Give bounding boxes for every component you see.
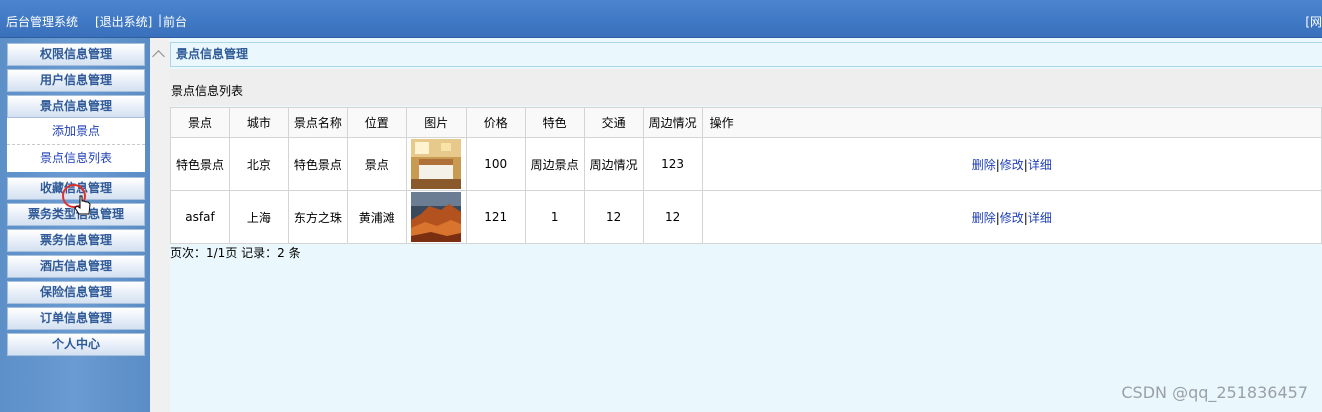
list-title-bar: 景点信息列表 xyxy=(170,69,1322,106)
sidebar-item-profile[interactable]: 个人中心 xyxy=(7,333,145,356)
main-content: 景点信息管理 景点信息列表 景点 城市 景点名称 位置 图片 价格 特色 交通 … xyxy=(170,38,1322,412)
list-title: 景点信息列表 xyxy=(171,84,244,98)
column-header: 周边情况 xyxy=(642,107,703,138)
column-header: 城市 xyxy=(228,107,289,138)
header-right-text[interactable]: [网 xyxy=(1305,13,1322,30)
cell-spot: asfaf xyxy=(170,190,230,244)
cell-name: 特色景点 xyxy=(287,137,348,191)
delete-link[interactable]: 删除 xyxy=(972,158,996,172)
top-header: 后台管理系统 [退出系统] | 前台 [网 xyxy=(0,0,1322,38)
frontend-link[interactable]: 前台 xyxy=(163,13,187,30)
hotel-room-thumbnail xyxy=(411,139,462,189)
column-header: 价格 xyxy=(465,107,526,138)
sidebar: 权限信息管理 用户信息管理 景点信息管理 添加景点 景点信息列表 收藏信息管理 … xyxy=(0,38,150,412)
column-header: 位置 xyxy=(346,107,407,138)
sidebar-item-hotels[interactable]: 酒店信息管理 xyxy=(7,255,145,278)
cell-price: 121 xyxy=(465,190,526,244)
cell-spot: 特色景点 xyxy=(170,137,230,191)
sidebar-item-tickets[interactable]: 票务信息管理 xyxy=(7,229,145,252)
header-separator: | xyxy=(158,13,163,27)
cell-location: 景点 xyxy=(346,137,407,191)
column-header: 景点名称 xyxy=(287,107,348,138)
sidebar-collapse-gutter[interactable] xyxy=(150,38,170,412)
cell-city: 北京 xyxy=(228,137,289,191)
cell-image xyxy=(405,137,467,191)
edit-link[interactable]: 修改 xyxy=(1000,158,1024,172)
system-title: 后台管理系统 xyxy=(6,15,79,29)
column-header: 特色 xyxy=(524,107,585,138)
sidebar-item-insurance[interactable]: 保险信息管理 xyxy=(7,281,145,304)
sidebar-item-attractions[interactable]: 景点信息管理 xyxy=(7,95,145,118)
column-header: 图片 xyxy=(405,107,467,138)
pagination-info: 页次：1/1页 记录：2 条 xyxy=(170,246,301,260)
table-header-row: 景点 城市 景点名称 位置 图片 价格 特色 交通 周边情况 操作 xyxy=(170,107,1322,138)
red-rock-canyon-thumbnail xyxy=(411,192,462,242)
cell-price: 100 xyxy=(465,137,526,191)
cell-feature: 周边景点 xyxy=(524,137,585,191)
cell-traffic: 周边情况 xyxy=(583,137,644,191)
cell-actions: 删除|修改|详细 xyxy=(701,190,1322,244)
cell-location: 黄浦滩 xyxy=(346,190,407,244)
page-title: 景点信息管理 xyxy=(170,42,1322,67)
sidebar-item-orders[interactable]: 订单信息管理 xyxy=(7,307,145,330)
watermark: CSDN @qq_251836457 xyxy=(1121,383,1308,402)
sidebar-item-users[interactable]: 用户信息管理 xyxy=(7,69,145,92)
cell-city: 上海 xyxy=(228,190,289,244)
edit-link[interactable]: 修改 xyxy=(1000,211,1024,225)
cell-surroundings: 12 xyxy=(642,190,703,244)
column-header: 操作 xyxy=(701,107,1322,138)
cell-feature: 1 xyxy=(524,190,585,244)
delete-link[interactable]: 删除 xyxy=(972,211,996,225)
chevron-up-icon[interactable] xyxy=(152,50,165,63)
cell-name: 东方之珠 xyxy=(287,190,348,244)
detail-link[interactable]: 详细 xyxy=(1028,158,1052,172)
logout-link[interactable]: [退出系统] xyxy=(95,13,152,30)
cell-traffic: 12 xyxy=(583,190,644,244)
table-row: asfaf 上海 东方之珠 黄浦滩 121 1 12 12 删除|修改|详细 xyxy=(170,190,1322,244)
column-header: 交通 xyxy=(583,107,644,138)
cell-actions: 删除|修改|详细 xyxy=(701,137,1322,191)
attractions-table: 景点 城市 景点名称 位置 图片 价格 特色 交通 周边情况 操作 特色景点 北… xyxy=(170,107,1322,244)
hand-cursor-icon xyxy=(62,184,91,215)
detail-link[interactable]: 详细 xyxy=(1028,211,1052,225)
column-header: 景点 xyxy=(170,107,230,138)
sidebar-subitem-add-attraction[interactable]: 添加景点 xyxy=(7,118,145,145)
cell-image xyxy=(405,190,467,244)
sidebar-item-permissions[interactable]: 权限信息管理 xyxy=(7,43,145,66)
sidebar-subitem-attraction-list[interactable]: 景点信息列表 xyxy=(7,145,145,172)
table-row: 特色景点 北京 特色景点 景点 100 周边景点 周边情况 123 删除|修改|… xyxy=(170,137,1322,191)
cell-surroundings: 123 xyxy=(642,137,703,191)
